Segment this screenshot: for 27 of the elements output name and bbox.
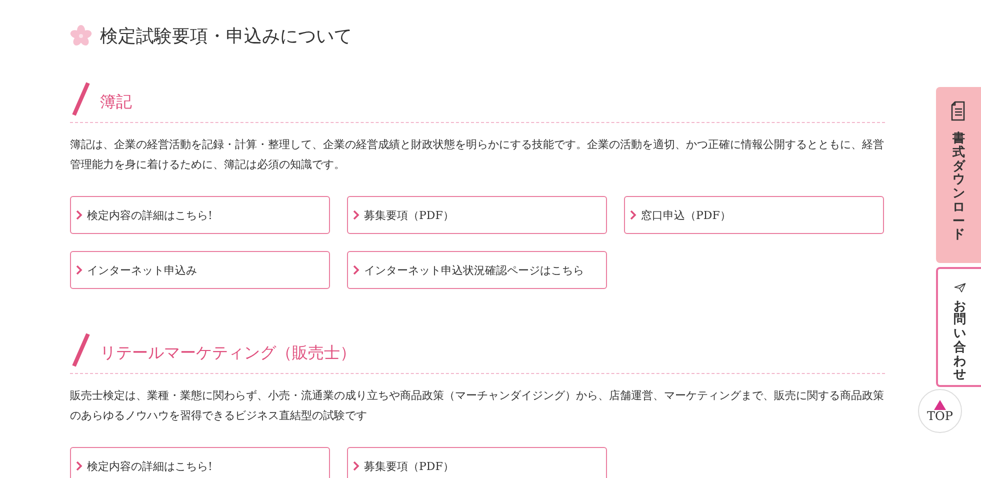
download-tab[interactable]: 書式ダウンロード bbox=[936, 87, 981, 263]
contact-tab[interactable]: お問い合わせ bbox=[936, 267, 981, 387]
chevron-icon bbox=[76, 265, 83, 275]
chevron-icon bbox=[353, 265, 360, 275]
triangle-icon bbox=[934, 400, 946, 410]
link-button[interactable]: インターネット申込状況確認ページはこちら bbox=[347, 251, 607, 289]
link-button[interactable]: 検定内容の詳細はこちら! bbox=[70, 196, 330, 234]
top-button[interactable]: TOP bbox=[918, 389, 962, 433]
section-description: 販売士検定は、業種・業態に関わらず、小売・流通業の成り立ちや商品政策（マーチャンダイジング）から、店舗運営、マーケティングまで、販売に関する商品政策のあらゆるノウハウを習得できるビジネス直結型の試験です bbox=[70, 388, 885, 424]
chevron-icon bbox=[353, 210, 360, 220]
link-button[interactable]: 窓口申込（PDF） bbox=[624, 196, 884, 234]
chevron-icon bbox=[76, 461, 83, 471]
page-title: 検定試験要項・申込みについて bbox=[100, 25, 352, 48]
link-button[interactable]: 募集要項（PDF） bbox=[347, 196, 607, 234]
document-icon bbox=[950, 101, 968, 121]
slash-icon bbox=[70, 333, 92, 367]
link-button[interactable]: インターネット申込み bbox=[70, 251, 330, 289]
link-button[interactable]: 検定内容の詳細はこちら! bbox=[70, 447, 330, 478]
section-heading: 簿記 bbox=[100, 90, 132, 112]
chevron-icon bbox=[630, 210, 637, 220]
slash-icon bbox=[70, 82, 92, 116]
chevron-icon bbox=[353, 461, 360, 471]
section-heading: リテールマーケティング（販売士） bbox=[100, 342, 356, 364]
cherry-blossom-icon bbox=[70, 25, 92, 47]
link-button[interactable]: 募集要項（PDF） bbox=[347, 447, 607, 478]
section-description: 簿記は、企業の経営活動を記録・計算・整理して、企業の経営成績と財政状態を明らかにする技能です。企業の活動を適切、かつ正確に情報公開するとともに、経営管理能力を身に着けるために、簿記は必須の知識です。 bbox=[70, 137, 885, 173]
chevron-icon bbox=[76, 210, 83, 220]
